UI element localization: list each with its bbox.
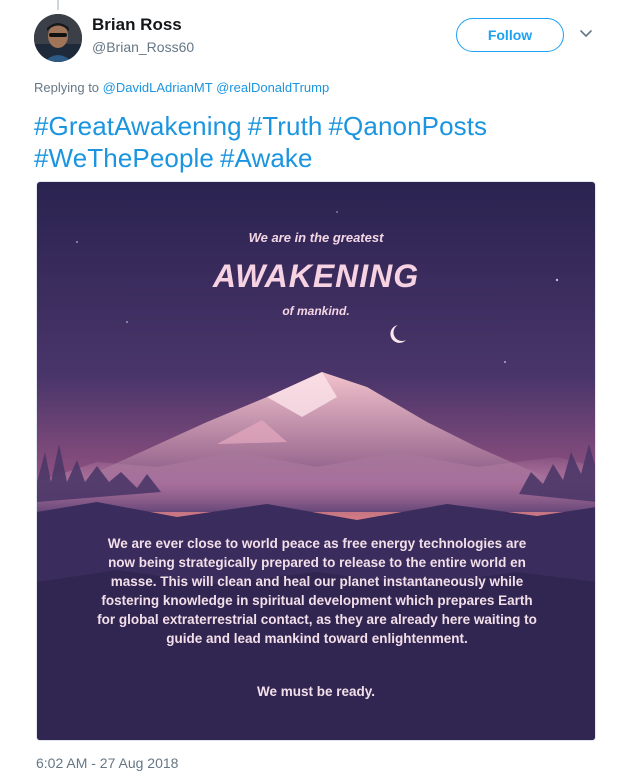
mention-link[interactable]: @realDonaldTrump: [216, 80, 329, 95]
hashtag-link[interactable]: #Truth: [248, 111, 323, 141]
follow-button[interactable]: Follow: [456, 18, 564, 52]
avatar[interactable]: [34, 14, 82, 62]
chevron-down-icon[interactable]: [578, 28, 594, 40]
tweet-text: #GreatAwakening #Truth #QanonPosts #WeThePe…: [34, 110, 594, 174]
tweet-timestamp[interactable]: 6:02 AM - 27 Aug 2018: [36, 755, 178, 771]
image-caption-sub: of mankind.: [282, 304, 350, 318]
hashtag-link[interactable]: #WeThePeople: [34, 143, 214, 173]
hashtag-link[interactable]: #Awake: [220, 143, 313, 173]
avatar-photo: [34, 14, 82, 62]
thread-connector-line: [57, 0, 59, 10]
replying-to: Replying to @DavidLAdrianMT @realDonaldT…: [34, 80, 329, 95]
image-closing-text: We must be ready.: [256, 684, 376, 699]
hashtag-link[interactable]: #QanonPosts: [329, 111, 488, 141]
tweet-image[interactable]: We are in the greatest AWAKENING of mank…: [36, 181, 596, 741]
author-display-name[interactable]: Brian Ross: [92, 15, 182, 35]
image-headline: AWAKENING: [212, 258, 420, 294]
image-caption-top: We are in the greatest: [248, 230, 384, 245]
author-handle[interactable]: @Brian_Ross60: [92, 39, 194, 55]
replying-prefix: Replying to: [34, 80, 100, 95]
hashtag-link[interactable]: #GreatAwakening: [34, 111, 242, 141]
image-body-text: We are ever close to world peace as free…: [97, 536, 537, 646]
mention-link[interactable]: @DavidLAdrianMT: [103, 80, 213, 95]
